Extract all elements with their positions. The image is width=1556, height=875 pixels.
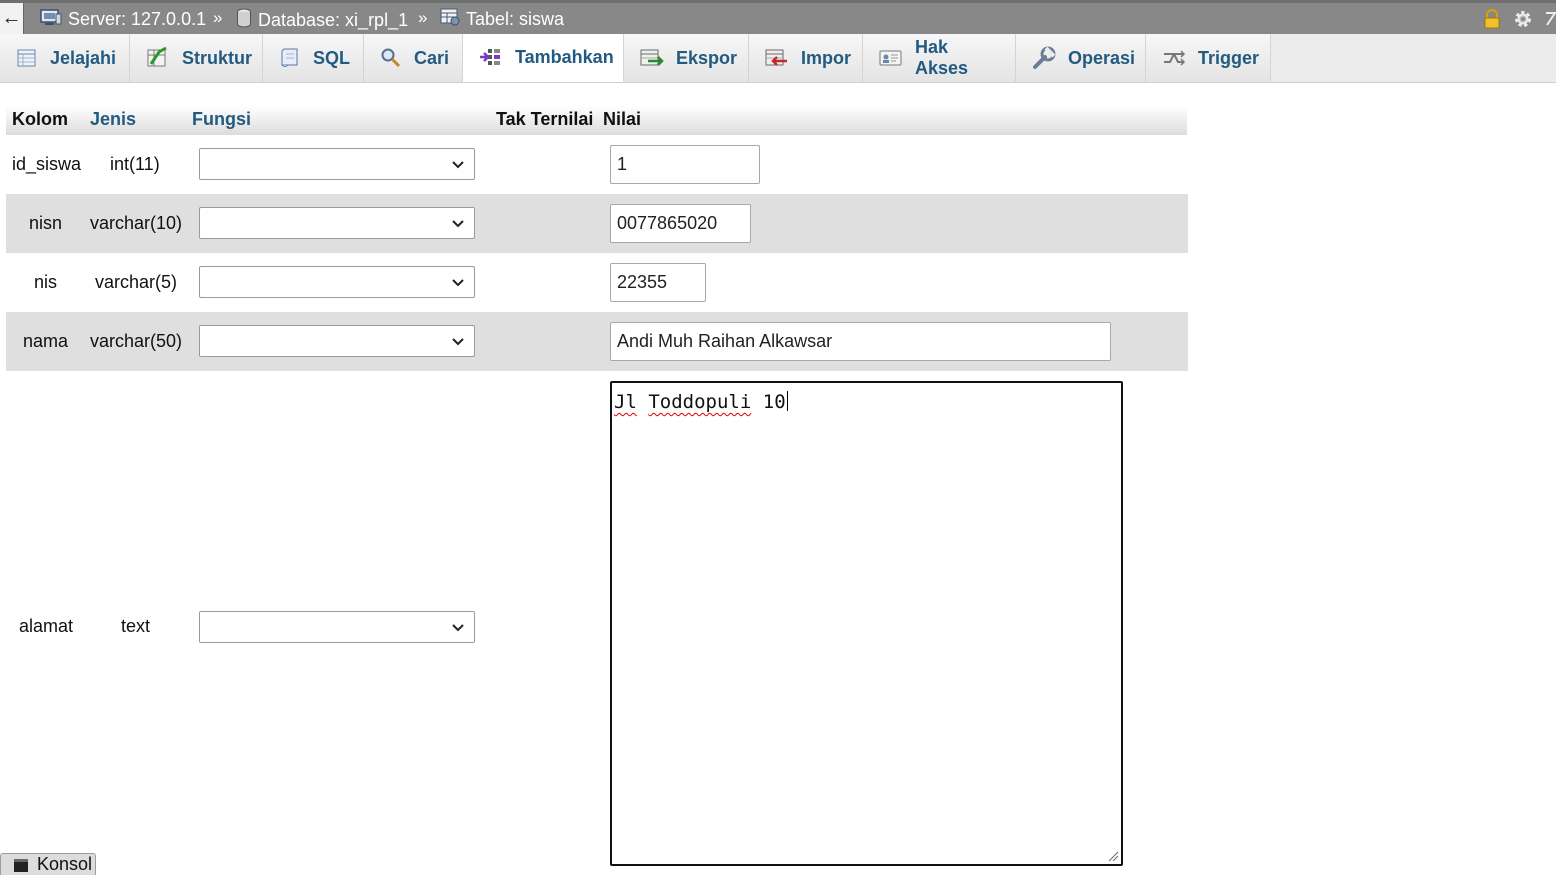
textarea-word: Jl [614, 391, 637, 413]
tab-label: Operasi [1068, 47, 1136, 68]
function-select[interactable] [199, 207, 475, 239]
breadcrumb-server[interactable]: Server: 127.0.0.1 [40, 8, 206, 31]
topbar-actions [1482, 8, 1556, 35]
import-icon [765, 49, 787, 66]
header-tak-ternilai: Tak Ternilai [496, 109, 594, 129]
table-row: id_siswa int(11) 1 [6, 135, 1188, 194]
tab-label: SQL [313, 47, 351, 68]
value-input[interactable]: Andi Muh Raihan Alkawsar [610, 322, 1111, 361]
tab-label: Jelajahi [50, 47, 117, 68]
textarea-word: 10 [762, 391, 786, 413]
resize-handle-icon[interactable] [1107, 850, 1119, 862]
function-select[interactable] [199, 611, 475, 643]
console-icon [14, 858, 28, 872]
function-select[interactable] [199, 148, 475, 180]
collapse-icon[interactable] [1544, 9, 1556, 34]
column-name: nis [34, 272, 58, 292]
tab-hak-akses[interactable]: Hak Akses [863, 34, 1016, 82]
tab-label: Hak Akses [915, 37, 969, 78]
column-name: nisn [29, 213, 63, 233]
column-type: varchar(10) [90, 213, 183, 233]
column-type: text [121, 616, 151, 636]
column-name: id_siswa [12, 154, 82, 174]
breadcrumb-table-label: Tabel: siswa [466, 9, 565, 29]
tab-label: Impor [801, 47, 852, 68]
breadcrumb-server-label: Server: 127.0.0.1 [68, 9, 207, 29]
text-cursor [786, 391, 788, 411]
breadcrumb-database[interactable]: Database: xi_rpl_1 [236, 8, 408, 33]
tab-ekspor[interactable]: Ekspor [624, 34, 749, 82]
breadcrumb-separator: » [418, 8, 428, 27]
operations-icon [1033, 46, 1056, 69]
header-jenis[interactable]: Jenis [90, 109, 136, 130]
textarea-word: Toddopuli [648, 391, 752, 413]
breadcrumb-separator: » [213, 8, 223, 27]
column-name: alamat [19, 616, 74, 636]
tab-label: Tambahkan [515, 47, 614, 67]
privileges-icon [879, 50, 902, 66]
search-icon [381, 48, 401, 68]
chevron-down-icon [452, 220, 464, 228]
tab-impor[interactable]: Impor [749, 34, 863, 82]
column-type: varchar(50) [90, 331, 183, 351]
tab-struktur[interactable]: Struktur [130, 34, 263, 82]
header-nilai: Nilai [603, 109, 642, 129]
chevron-down-icon [452, 624, 464, 632]
tab-label: Trigger [1198, 47, 1260, 68]
tab-sql[interactable]: SQL [263, 34, 364, 82]
gear-icon[interactable] [1512, 8, 1534, 35]
console-label: Konsol [37, 854, 93, 874]
value-textarea[interactable]: Jl Toddopuli 10 [610, 381, 1123, 866]
table-icon [440, 8, 460, 31]
sql-icon [281, 48, 298, 67]
export-icon [640, 49, 664, 66]
value-input[interactable]: 22355 [610, 263, 706, 302]
table-row: nama varchar(50) Andi Muh Raihan Alkawsa… [6, 312, 1188, 371]
triggers-icon [1164, 50, 1186, 66]
header-fungsi[interactable]: Fungsi [192, 109, 251, 130]
breadcrumb-database-label: Database: xi_rpl_1 [258, 10, 409, 30]
tab-label: Ekspor [676, 47, 738, 68]
tab-operasi[interactable]: Operasi [1016, 34, 1146, 82]
function-select[interactable] [199, 325, 475, 357]
table-row: nis varchar(5) 22355 [6, 253, 1188, 312]
server-icon [40, 8, 62, 31]
value-input[interactable]: 0077865020 [610, 204, 751, 243]
tab-cari[interactable]: Cari [364, 34, 463, 82]
breadcrumb-bar: ← Server: 127.0.0.1 » Database: xi_rpl_1… [0, 0, 1556, 34]
structure-icon [147, 47, 167, 67]
value-input[interactable]: 1 [610, 145, 760, 184]
browse-icon [17, 49, 36, 67]
console-toggle[interactable]: Konsol [0, 853, 96, 875]
tab-label: Struktur [182, 47, 253, 68]
header-kolom: Kolom [12, 109, 68, 129]
tab-jelajahi[interactable]: Jelajahi [0, 34, 130, 82]
table-header: Kolom Jenis Fungsi Tak Ternilai Nilai [6, 106, 1187, 135]
breadcrumb-table[interactable]: Tabel: siswa [440, 8, 564, 31]
chevron-down-icon [452, 279, 464, 287]
chevron-down-icon [452, 338, 464, 346]
database-icon [236, 8, 252, 33]
column-name: nama [23, 331, 69, 351]
function-select[interactable] [199, 266, 475, 298]
insert-icon [480, 48, 500, 65]
chevron-down-icon [452, 161, 464, 169]
column-type: varchar(5) [95, 272, 178, 292]
tab-label: Cari [414, 47, 450, 68]
table-row: nisn varchar(10) 0077865020 [6, 194, 1188, 253]
lock-icon[interactable] [1482, 9, 1502, 34]
tab-trigger[interactable]: Trigger [1146, 34, 1271, 82]
tab-tambahkan[interactable]: Tambahkan [463, 34, 624, 82]
back-button[interactable]: ← [0, 3, 24, 34]
tab-bar: Jelajahi Struktur SQL Cari Tambahkan Eks… [0, 34, 1556, 83]
column-type: int(11) [110, 154, 160, 174]
